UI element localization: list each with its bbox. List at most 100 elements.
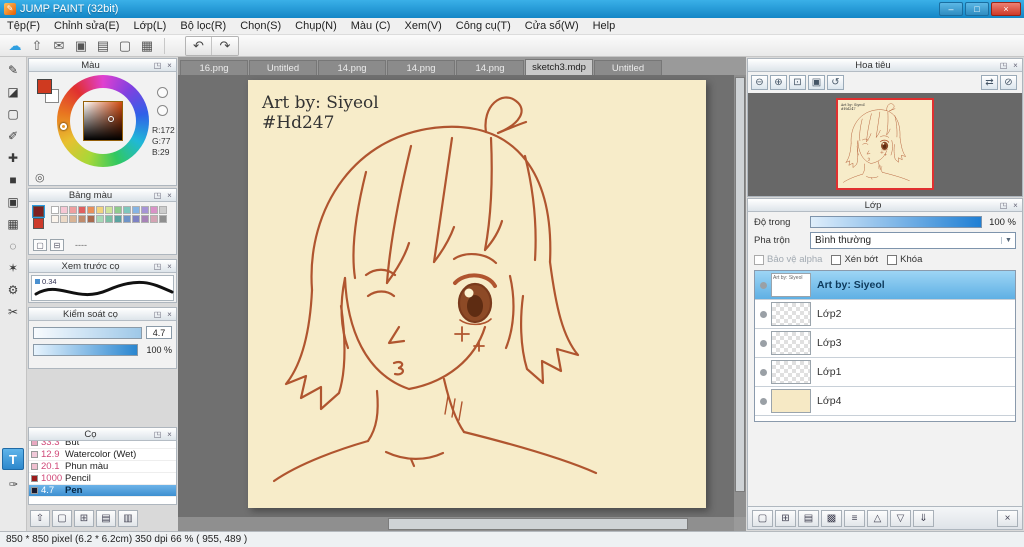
layer-visibility-toggle[interactable] [755,281,771,289]
blend-mode-select[interactable]: Bình thường ▼ [810,232,1016,249]
tab-5[interactable]: sketch3.mdp [525,59,593,75]
hue-marker[interactable] [60,123,67,130]
tab-2[interactable]: 14.png [318,60,386,75]
zoom-out-button[interactable]: ⊖ [751,74,768,90]
lasso-tool[interactable]: ◌ [3,236,24,255]
bucket-tool[interactable]: ▣ [3,192,24,211]
horizontal-scrollbar-thumb[interactable] [388,518,688,530]
palette-swatch[interactable] [78,206,86,214]
checkbox-box[interactable] [831,254,842,265]
palette-swatch[interactable] [159,215,167,223]
layer-folder-button[interactable]: ▤ [798,509,819,527]
palette-swatch[interactable] [51,206,59,214]
text-tool[interactable]: T [2,448,24,470]
minimize-button[interactable]: – [939,2,963,16]
palette-swatch[interactable] [96,215,104,223]
palette-swatch[interactable] [60,206,68,214]
tab-3[interactable]: 14.png [387,60,455,75]
raster-layer-button[interactable]: ▩ [821,509,842,527]
rotate-reset-button[interactable]: ↺ [827,74,844,90]
canvas[interactable] [248,80,706,508]
layer-visibility-toggle[interactable] [755,339,771,347]
brush-settings-button[interactable]: ▥ [118,509,138,527]
pen-tool[interactable]: ✎ [3,60,24,79]
move-tool[interactable]: ✚ [3,148,24,167]
delete-layer-button[interactable]: × [997,509,1018,527]
panel-close-icon[interactable]: × [164,309,175,320]
sv-marker[interactable] [108,116,114,122]
layer-checkbox-2[interactable]: Khóa [887,254,922,265]
panel-close-icon[interactable]: × [164,429,175,440]
palette-swatch[interactable] [105,215,113,223]
palette-swatch[interactable] [150,206,158,214]
brush-size-value[interactable]: 4.7 [146,326,172,339]
navigator-preview[interactable] [836,98,934,190]
brush-item-2[interactable]: 20.1 Phun màu [29,461,176,473]
shape-brush-tool[interactable]: ■ [3,170,24,189]
menu-item-10[interactable]: Help [586,18,623,35]
layer-settings-button[interactable]: ≡ [844,509,865,527]
operation-tool[interactable]: ⚙ [3,280,24,299]
panel-popout-icon[interactable]: ◳ [152,309,163,320]
layer-checkbox-0[interactable]: Bảo vệ alpha [754,254,822,265]
menu-item-1[interactable]: Chỉnh sửa(E) [47,18,126,35]
tab-4[interactable]: 14.png [456,60,524,75]
menu-item-2[interactable]: Lớp(L) [126,18,173,35]
layer-item-3[interactable]: Lớp1 [755,358,1015,387]
add-layer-button[interactable]: ⊞ [775,509,796,527]
tab-1[interactable]: Untitled [249,60,317,75]
eraser-tool[interactable]: ◪ [3,82,24,101]
panel-close-icon[interactable]: × [164,190,175,201]
layer-visibility-toggle[interactable] [755,368,771,376]
menu-item-4[interactable]: Chọn(S) [233,18,288,35]
vertical-scrollbar[interactable] [734,75,746,517]
palette-swatch[interactable] [60,215,68,223]
bar-mode-button[interactable] [157,105,168,116]
zoom-in-button[interactable]: ⊕ [770,74,787,90]
palette-current-1[interactable] [33,218,44,229]
checkbox-box[interactable] [754,254,764,265]
palette-swatch[interactable] [69,215,77,223]
brush-item-1[interactable]: 12.9 Watercolor (Wet) [29,449,176,461]
menu-item-7[interactable]: Xem(V) [397,18,448,35]
palette-swatch[interactable] [123,206,131,214]
marquee-select-tool[interactable]: ▢ [3,104,24,123]
menu-item-6[interactable]: Màu (C) [344,18,398,35]
merge-layer-button[interactable]: ⇓ [913,509,934,527]
palette-swatch[interactable] [51,215,59,223]
brush-item-3[interactable]: 1000 Pencil [29,473,176,485]
vertical-scrollbar-thumb[interactable] [735,77,745,493]
layer-up-button[interactable]: △ [867,509,888,527]
actual-size-button[interactable]: ▣ [808,74,825,90]
palette-current-0[interactable] [32,205,45,218]
layer-item-0[interactable]: Art by: Siyeol Art by: Siyeol [755,271,1015,300]
comment-button[interactable]: ✉ [49,37,69,55]
fit-view-button[interactable]: ⊡ [789,74,806,90]
palette-swatch[interactable] [78,215,86,223]
eyedropper-button[interactable]: ◎ [35,171,45,184]
palette-swatch[interactable] [105,206,113,214]
tab-0[interactable]: 16.png [180,60,248,75]
undo-button[interactable]: ↶ [186,36,212,55]
palette-swatch[interactable] [141,206,149,214]
panel-popout-icon[interactable]: ◳ [998,60,1009,71]
panel-close-icon[interactable]: × [1010,60,1021,71]
menu-item-8[interactable]: Công cụ(T) [449,18,518,35]
color-wheel[interactable] [57,75,149,167]
lock-view-button[interactable]: ⊘ [1000,74,1017,90]
panel-popout-icon[interactable]: ◳ [152,429,163,440]
cloud-sync-button[interactable]: ☁ [5,37,25,55]
palette-swatch[interactable] [87,206,95,214]
scissors-tool[interactable]: ✂ [3,302,24,321]
wheel-mode-button[interactable] [157,87,168,98]
palette-swatch[interactable] [114,215,122,223]
panel-popout-icon[interactable]: ◳ [152,190,163,201]
publish-button[interactable]: ⇧ [27,37,47,55]
material-panel-button[interactable]: ▦ [137,37,157,55]
palette-swatch[interactable] [159,206,167,214]
new-brush-button[interactable]: ▢ [52,509,72,527]
palette-swatch[interactable] [141,215,149,223]
palette-swatch[interactable] [69,206,77,214]
layer-item-1[interactable]: Lớp2 [755,300,1015,329]
menu-item-9[interactable]: Cửa sổ(W) [518,18,586,35]
